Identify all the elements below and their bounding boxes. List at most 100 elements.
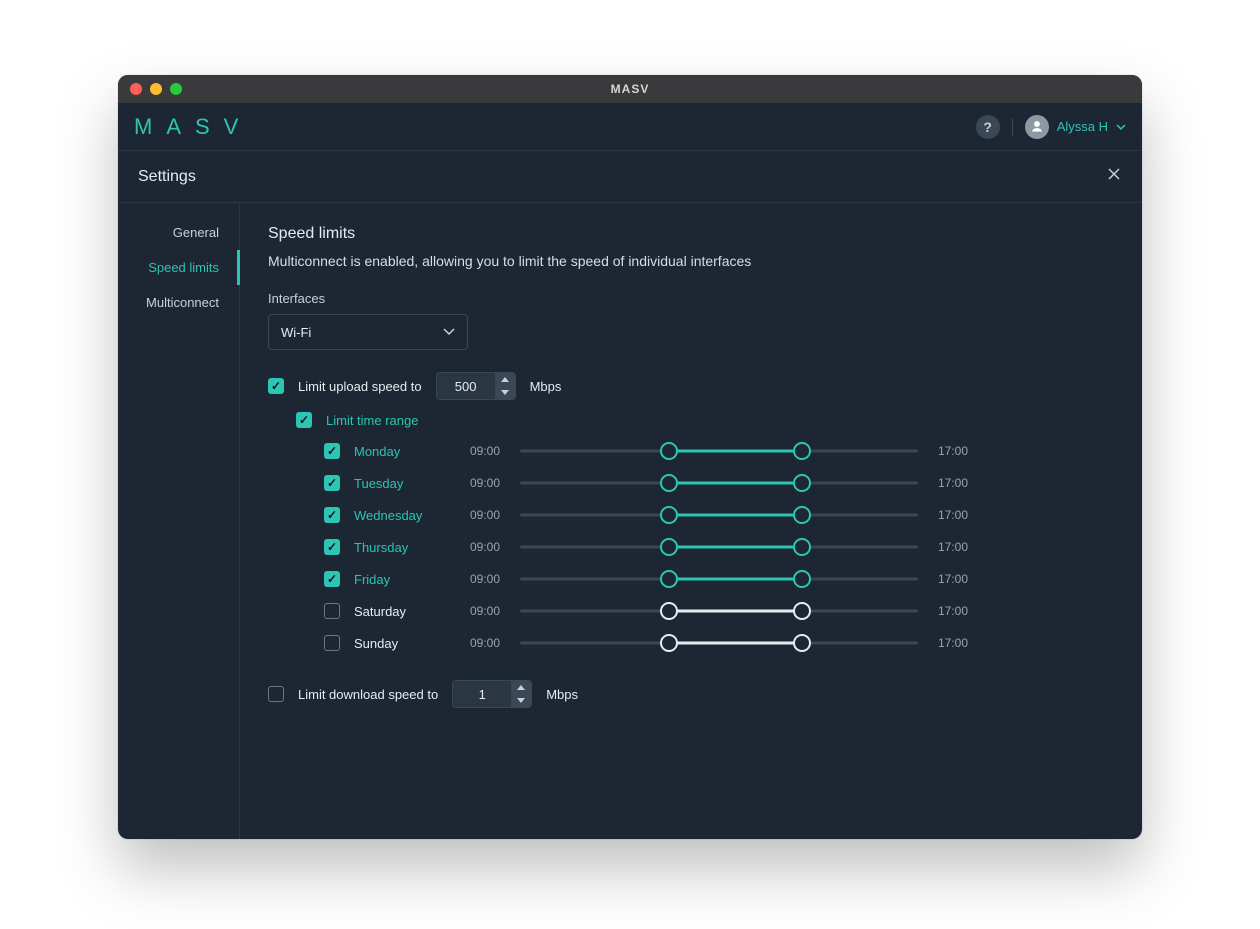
day-checkbox-sunday[interactable]: [324, 635, 340, 651]
time-range-checkbox[interactable]: [296, 412, 312, 428]
day-checkbox-thursday[interactable]: [324, 539, 340, 555]
day-row-friday: Friday 09:00 17:00: [324, 570, 1114, 588]
time-range-row: Limit time range: [268, 412, 1114, 428]
slider-handle-end[interactable]: [793, 442, 811, 460]
close-icon[interactable]: [1106, 166, 1122, 187]
upload-limit-checkbox[interactable]: [268, 378, 284, 394]
sidebar-item-general[interactable]: General: [118, 215, 240, 250]
time-range-slider[interactable]: [520, 506, 918, 524]
day-end-time: 17:00: [932, 572, 974, 586]
titlebar: MASV: [118, 75, 1142, 103]
upload-limit-unit: Mbps: [530, 379, 562, 394]
day-start-time: 09:00: [464, 636, 506, 650]
download-limit-checkbox[interactable]: [268, 686, 284, 702]
slider-handle-start[interactable]: [660, 570, 678, 588]
section-description: Multiconnect is enabled, allowing you to…: [268, 253, 1114, 269]
section-heading: Speed limits: [268, 225, 1114, 243]
day-end-time: 17:00: [932, 636, 974, 650]
download-limit-unit: Mbps: [546, 687, 578, 702]
user-name: Alyssa H: [1057, 119, 1108, 134]
download-limit-label: Limit download speed to: [298, 687, 438, 702]
day-checkbox-monday[interactable]: [324, 443, 340, 459]
stepper-down-button[interactable]: [495, 386, 515, 399]
slider-handle-start[interactable]: [660, 634, 678, 652]
slider-handle-start[interactable]: [660, 602, 678, 620]
day-start-time: 09:00: [464, 572, 506, 586]
day-label: Wednesday: [354, 508, 450, 523]
day-label: Saturday: [354, 604, 450, 619]
help-icon[interactable]: ?: [976, 115, 1000, 139]
slider-handle-start[interactable]: [660, 506, 678, 524]
download-stepper-buttons: [511, 681, 531, 707]
day-end-time: 17:00: [932, 604, 974, 618]
day-start-time: 09:00: [464, 604, 506, 618]
day-checkbox-tuesday[interactable]: [324, 475, 340, 491]
upload-stepper-buttons: [495, 373, 515, 399]
upload-limit-stepper[interactable]: [436, 372, 516, 400]
stepper-up-button[interactable]: [495, 373, 515, 386]
page-title: Settings: [138, 168, 196, 186]
download-limit-input[interactable]: [453, 681, 511, 707]
day-start-time: 09:00: [464, 508, 506, 522]
day-label: Friday: [354, 572, 450, 587]
day-row-tuesday: Tuesday 09:00 17:00: [324, 474, 1114, 492]
day-label: Monday: [354, 444, 450, 459]
upload-limit-input[interactable]: [437, 373, 495, 399]
app-window: MASV MASV ? Alyssa H Settings GeneralSpe…: [118, 75, 1142, 839]
slider-handle-end[interactable]: [793, 602, 811, 620]
chevron-down-icon: [1116, 122, 1126, 132]
interfaces-label: Interfaces: [268, 291, 1114, 306]
day-label: Sunday: [354, 636, 450, 651]
settings-sidebar: GeneralSpeed limitsMulticonnect: [118, 203, 240, 839]
day-end-time: 17:00: [932, 508, 974, 522]
sidebar-item-speed-limits[interactable]: Speed limits: [118, 250, 240, 285]
time-range-slider[interactable]: [520, 602, 918, 620]
time-range-label: Limit time range: [326, 413, 418, 428]
window-title: MASV: [118, 82, 1142, 96]
day-start-time: 09:00: [464, 540, 506, 554]
day-start-time: 09:00: [464, 476, 506, 490]
chevron-down-icon: [443, 328, 455, 336]
separator: [1012, 118, 1013, 136]
stepper-down-button[interactable]: [511, 694, 531, 707]
body: GeneralSpeed limitsMulticonnect Speed li…: [118, 203, 1142, 839]
stepper-up-button[interactable]: [511, 681, 531, 694]
slider-handle-end[interactable]: [793, 506, 811, 524]
download-limit-stepper[interactable]: [452, 680, 532, 708]
day-end-time: 17:00: [932, 476, 974, 490]
slider-handle-end[interactable]: [793, 570, 811, 588]
content-panel: Speed limits Multiconnect is enabled, al…: [240, 203, 1142, 839]
day-checkbox-friday[interactable]: [324, 571, 340, 587]
interface-selected-value: Wi-Fi: [281, 325, 311, 340]
slider-handle-start[interactable]: [660, 474, 678, 492]
slider-handle-end[interactable]: [793, 474, 811, 492]
upload-limit-row: Limit upload speed to Mbps: [268, 372, 1114, 400]
time-range-slider[interactable]: [520, 442, 918, 460]
time-range-slider[interactable]: [520, 570, 918, 588]
days-container: Monday09:0017:00Tuesday09:0017:00Wednesd…: [268, 442, 1114, 652]
brand-logo: MASV: [134, 114, 252, 140]
day-start-time: 09:00: [464, 444, 506, 458]
day-label: Tuesday: [354, 476, 450, 491]
day-checkbox-wednesday[interactable]: [324, 507, 340, 523]
download-limit-row: Limit download speed to Mbps: [268, 680, 1114, 708]
time-range-slider[interactable]: [520, 474, 918, 492]
avatar-icon: [1025, 115, 1049, 139]
sidebar-item-multiconnect[interactable]: Multiconnect: [118, 285, 240, 320]
appbar-right: ? Alyssa H: [976, 115, 1126, 139]
slider-handle-end[interactable]: [793, 634, 811, 652]
slider-handle-end[interactable]: [793, 538, 811, 556]
interface-select[interactable]: Wi-Fi: [268, 314, 468, 350]
time-range-slider[interactable]: [520, 538, 918, 556]
day-row-wednesday: Wednesday 09:00 17:00: [324, 506, 1114, 524]
day-row-monday: Monday 09:00 17:00: [324, 442, 1114, 460]
time-range-slider[interactable]: [520, 634, 918, 652]
app-bar: MASV ? Alyssa H: [118, 103, 1142, 151]
day-end-time: 17:00: [932, 444, 974, 458]
sub-header: Settings: [118, 151, 1142, 203]
slider-handle-start[interactable]: [660, 538, 678, 556]
slider-handle-start[interactable]: [660, 442, 678, 460]
day-checkbox-saturday[interactable]: [324, 603, 340, 619]
user-menu[interactable]: Alyssa H: [1025, 115, 1126, 139]
day-label: Thursday: [354, 540, 450, 555]
